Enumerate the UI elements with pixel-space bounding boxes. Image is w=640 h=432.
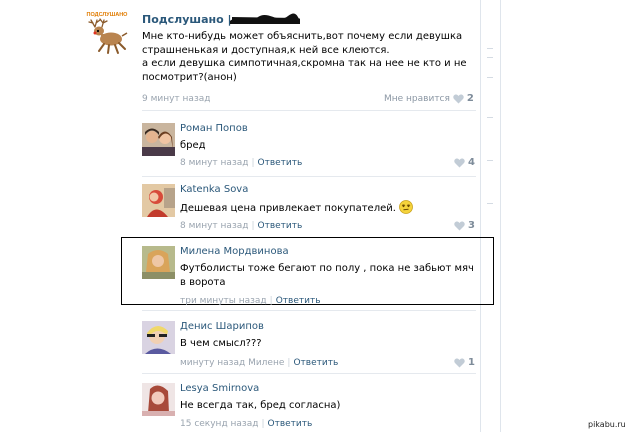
post-text-line: а если девушка симпотичная,скромна так н…: [142, 58, 467, 69]
post-text-line: посмотрит?(анон): [142, 71, 237, 83]
like-count: 2: [466, 93, 474, 104]
comment-text: Дешевая цена привлекает покупателей.: [180, 200, 480, 216]
heart-icon: [454, 358, 465, 367]
watermark: pikabu.ru: [588, 420, 626, 429]
divider: [142, 176, 476, 177]
comment-like-button[interactable]: 3: [454, 220, 475, 231]
post-text: Мне кто-нибудь может объяснить,вот почем…: [142, 30, 472, 84]
comment-item: Милена Мордвинова Футболисты тоже бегают…: [142, 246, 476, 306]
avatar[interactable]: [142, 321, 175, 354]
like-label: Мне нравится: [384, 93, 450, 104]
heart-icon: [454, 158, 465, 167]
heart-icon: [454, 221, 465, 230]
comment-timestamp[interactable]: три минуты назад: [180, 296, 267, 306]
comment-author-link[interactable]: Денис Шарипов: [180, 321, 264, 332]
comment-like-button[interactable]: 4: [454, 157, 475, 168]
comment-item: Роман Попов бред 8 минут назад | Ответить …: [142, 123, 476, 173]
vk-post-screen: ПОДСЛУШАНО Подслушано | Мне кто-нибудь м…: [0, 0, 640, 432]
comment-author-link[interactable]: Katenka Sova: [180, 184, 248, 195]
reply-link[interactable]: Ответить: [258, 221, 303, 231]
avatar[interactable]: [142, 246, 175, 279]
comment-item: Денис Шарипов В чем смысл??? минуту наза…: [142, 321, 476, 371]
avatar-photo: [142, 383, 175, 416]
comment-text: В чем смысл???: [180, 338, 262, 349]
deer-logo-icon: ПОДСЛУШАНО: [87, 12, 129, 54]
side-tick: [487, 160, 493, 161]
comment-timestamp[interactable]: 8 минут назад: [180, 158, 248, 168]
comment-text: Футболисты тоже бегают по полу , пока не…: [180, 263, 474, 288]
divider: [142, 373, 476, 374]
post-timestamp[interactable]: 9 минут назад: [142, 94, 210, 104]
like-count: 3: [468, 220, 475, 231]
side-tick: [487, 203, 493, 204]
reply-link[interactable]: Ответить: [268, 419, 313, 429]
post-like-button[interactable]: Мне нравится 2: [384, 93, 474, 104]
censor-scribble: [230, 13, 300, 24]
comment-like-button[interactable]: 1: [454, 357, 475, 368]
comment-text: Не всегда так, бред согласна): [180, 400, 341, 411]
like-count: 4: [468, 157, 475, 168]
avatar[interactable]: [142, 123, 175, 156]
divider: [142, 310, 476, 311]
comment-meta: три минуты назад | Ответить: [180, 296, 321, 306]
comment-meta: 15 секунд назад | Ответить: [180, 419, 313, 429]
avatar-photo: [142, 321, 175, 354]
logo-text: ПОДСЛУШАНО: [87, 12, 129, 18]
comment-timestamp[interactable]: минуту назад Милене: [180, 358, 284, 368]
like-count: 1: [468, 357, 475, 368]
comment-timestamp[interactable]: 8 минут назад: [180, 221, 248, 231]
side-tick: [487, 57, 493, 58]
comment-item: Lesya Smirnova Не всегда так, бред согла…: [142, 383, 476, 431]
comment-timestamp[interactable]: 15 секунд назад: [180, 419, 258, 429]
side-tick: [487, 117, 493, 118]
column-border: [480, 0, 481, 432]
comment-author-link[interactable]: Lesya Smirnova: [180, 383, 259, 394]
comment-item: Katenka Sova Дешевая цена привлекает пок…: [142, 184, 476, 234]
comment-author-link[interactable]: Милена Мордвинова: [180, 246, 289, 257]
community-avatar[interactable]: ПОДСЛУШАНО: [82, 10, 132, 60]
side-tick: [487, 48, 493, 49]
comment-meta: 8 минут назад | Ответить: [180, 158, 303, 168]
comment-meta: минуту назад Милене | Ответить: [180, 358, 339, 368]
avatar-photo: [142, 246, 175, 279]
reply-link[interactable]: Ответить: [276, 296, 321, 306]
comment-meta: 8 минут назад | Ответить: [180, 221, 303, 231]
comment-text: бред: [180, 140, 206, 151]
divider: [142, 110, 476, 111]
reply-link[interactable]: Ответить: [293, 358, 338, 368]
post-text-line: Мне кто-нибудь может объяснить,вот почем…: [142, 31, 463, 42]
post-author-link[interactable]: Подслушано |: [142, 13, 232, 26]
scroll-border: [500, 0, 501, 432]
heart-icon: [453, 94, 464, 103]
reply-link[interactable]: Ответить: [258, 158, 303, 168]
avatar[interactable]: [142, 184, 175, 217]
comment-author-link[interactable]: Роман Попов: [180, 123, 248, 134]
avatar[interactable]: [142, 383, 175, 416]
side-tick: [487, 77, 493, 78]
post-text-line: страшненькая и доступная,к ней все клеют…: [142, 44, 390, 56]
avatar-photo: [142, 184, 175, 217]
avatar-photo: [142, 123, 175, 156]
smiley-icon: [399, 200, 413, 214]
